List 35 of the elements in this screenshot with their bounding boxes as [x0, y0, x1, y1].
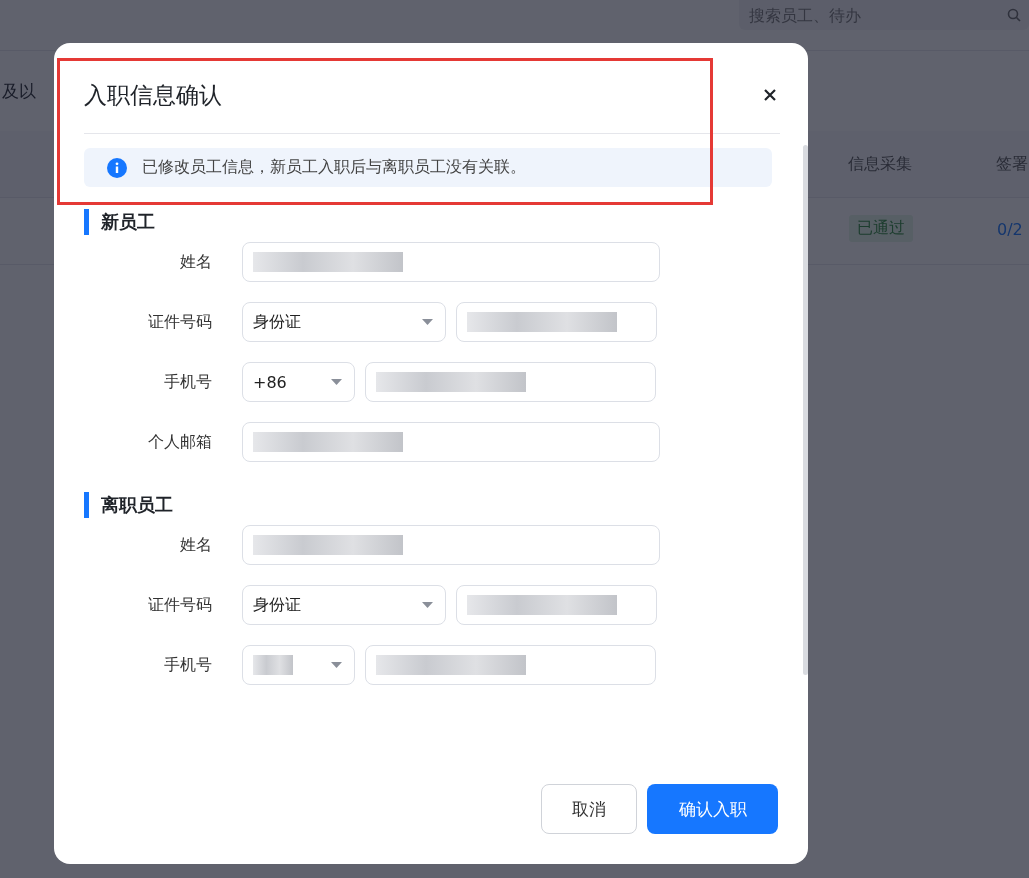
select-field[interactable]: +86 [242, 362, 355, 402]
field-label: 手机号 [163, 654, 212, 676]
caret-icon [331, 379, 342, 385]
confirm-button[interactable]: 确认入职 [647, 784, 778, 834]
select-field[interactable]: 身份证 [242, 585, 446, 625]
field-label: 姓名 [179, 251, 212, 273]
search-icon [1007, 8, 1021, 22]
section-title: 新员工 [84, 209, 778, 235]
status-tag: 已通过 [849, 215, 913, 242]
input-field[interactable] [242, 242, 660, 282]
filter-text: 及以 [2, 79, 36, 103]
section-title: 离职员工 [84, 492, 778, 518]
field-label: 证件号码 [147, 594, 212, 616]
field-label: 姓名 [179, 534, 212, 556]
dialog-title: 入职信息确认 [84, 80, 222, 110]
input-field[interactable] [365, 645, 656, 685]
caret-icon [422, 319, 433, 325]
field-label: 证件号码 [147, 311, 212, 333]
close-icon[interactable] [764, 89, 776, 101]
input-field[interactable] [456, 585, 657, 625]
select-field[interactable] [242, 645, 355, 685]
caret-icon [331, 662, 342, 668]
notice-text: 已修改员工信息，新员工入职后与离职员工没有关联。 [142, 157, 526, 178]
field-label: 个人邮箱 [147, 431, 212, 453]
field-label: 手机号 [163, 371, 212, 393]
redacted-value [253, 655, 293, 675]
input-field[interactable] [242, 525, 660, 565]
scrollbar[interactable] [803, 145, 808, 675]
input-field[interactable] [242, 422, 660, 462]
input-field[interactable] [365, 362, 656, 402]
caret-icon [422, 602, 433, 608]
cancel-button[interactable]: 取消 [541, 784, 637, 834]
info-icon [107, 157, 127, 178]
input-field[interactable] [456, 302, 657, 342]
select-field[interactable]: 身份证 [242, 302, 446, 342]
